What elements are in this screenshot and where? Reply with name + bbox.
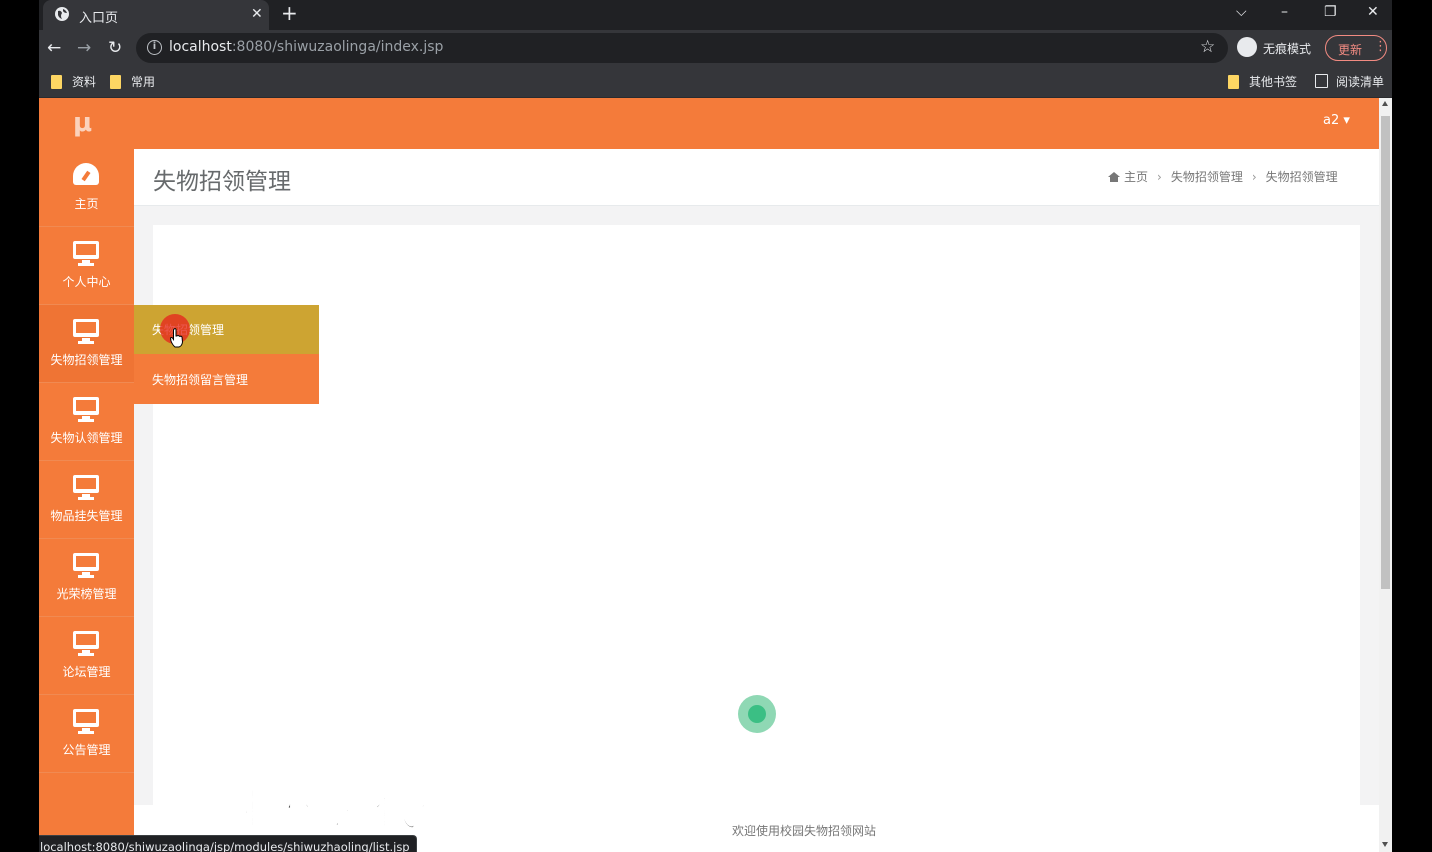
incognito-icon bbox=[1237, 37, 1257, 57]
tab-search-icon[interactable]: ⌵ bbox=[1236, 2, 1247, 22]
breadcrumb: 主页 › 失物招领管理 › 失物招领管理 bbox=[1108, 168, 1338, 185]
new-tab-button[interactable]: + bbox=[281, 3, 298, 23]
top-navbar: μ a2 ▾ bbox=[39, 98, 1379, 149]
scroll-thumb[interactable] bbox=[1381, 116, 1390, 589]
sidebar: 主页 个人中心 失物招领管理 失物认领管理 物品挂失管理 光荣榜管理 论坛管理 … bbox=[39, 149, 134, 852]
update-button[interactable]: 更新 ⋮ bbox=[1325, 35, 1387, 61]
reload-button[interactable]: ↻ bbox=[108, 38, 122, 58]
footer-text: 欢迎使用校园失物招领网站 bbox=[732, 824, 877, 838]
logo: μ bbox=[73, 108, 93, 138]
monitor-icon bbox=[73, 709, 99, 735]
watermark-text: 专业毕设代做 bbox=[189, 784, 466, 837]
bookmarks-bar: 资料 常用 其他书签 阅读清单 bbox=[39, 66, 1392, 98]
hand-cursor-icon bbox=[170, 328, 184, 348]
sidebar-item-loss-report[interactable]: 物品挂失管理 bbox=[39, 461, 134, 539]
minimize-button[interactable]: – bbox=[1281, 2, 1288, 22]
url-text: localhost:8080/shiwuzaolinga/index.jsp bbox=[169, 39, 444, 55]
folder-icon bbox=[1228, 75, 1239, 89]
sidebar-item-lost-found[interactable]: 失物招领管理 bbox=[39, 305, 134, 383]
incognito-indicator[interactable]: 无痕模式 bbox=[1235, 36, 1319, 60]
sidebar-item-home[interactable]: 主页 bbox=[39, 149, 134, 227]
breadcrumb-home[interactable]: 主页 bbox=[1124, 170, 1148, 184]
browser-tab[interactable]: 入口页 ✕ bbox=[43, 0, 269, 30]
forward-button[interactable]: → bbox=[77, 38, 91, 58]
monitor-icon bbox=[73, 475, 99, 501]
monitor-icon bbox=[73, 241, 99, 267]
tab-strip: 入口页 ✕ + ⌵ – ❐ ✕ bbox=[39, 0, 1392, 30]
scroll-down-icon[interactable] bbox=[1382, 842, 1388, 847]
page-viewport: μ a2 ▾ 主页 个人中心 失物招领管理 失物认领管理 物品挂失管理 光荣榜管… bbox=[39, 98, 1392, 852]
home-icon bbox=[1108, 172, 1120, 182]
scroll-up-icon[interactable] bbox=[1382, 101, 1388, 106]
sidebar-item-claims[interactable]: 失物认领管理 bbox=[39, 383, 134, 461]
bookmark-star-icon[interactable]: ☆ bbox=[1200, 37, 1215, 57]
page-scrollbar[interactable] bbox=[1379, 98, 1392, 852]
tab-title: 入口页 bbox=[79, 11, 119, 26]
page-heading: 失物招领管理 主页 › 失物招领管理 › 失物招领管理 bbox=[134, 149, 1379, 206]
folder-icon bbox=[51, 75, 62, 89]
page-title: 失物招领管理 bbox=[153, 169, 291, 195]
sidebar-item-honor-roll[interactable]: 光荣榜管理 bbox=[39, 539, 134, 617]
close-window-button[interactable]: ✕ bbox=[1367, 2, 1379, 22]
browser-window: 入口页 ✕ + ⌵ – ❐ ✕ ← → ↻ i localhost:8080/s… bbox=[39, 0, 1392, 852]
menu-dots-icon: ⋮ bbox=[1374, 39, 1387, 54]
monitor-icon bbox=[73, 553, 99, 579]
tab-close-icon[interactable]: ✕ bbox=[251, 6, 263, 22]
globe-icon bbox=[55, 7, 69, 21]
site-info-icon[interactable]: i bbox=[147, 40, 162, 55]
status-bar: localhost:8080/shiwuzaolinga/jsp/modules… bbox=[39, 835, 417, 852]
restore-button[interactable]: ❐ bbox=[1324, 2, 1337, 22]
reading-list-icon bbox=[1315, 74, 1328, 88]
sidebar-item-notice[interactable]: 公告管理 bbox=[39, 695, 134, 773]
sidebar-item-forum[interactable]: 论坛管理 bbox=[39, 617, 134, 695]
folder-icon bbox=[110, 75, 121, 89]
breadcrumb-parent[interactable]: 失物招领管理 bbox=[1171, 170, 1243, 184]
user-dropdown[interactable]: a2 ▾ bbox=[1323, 113, 1350, 128]
browser-toolbar: ← → ↻ i localhost:8080/shiwuzaolinga/ind… bbox=[39, 30, 1392, 66]
breadcrumb-current: 失物招领管理 bbox=[1265, 170, 1338, 184]
address-bar[interactable]: i localhost:8080/shiwuzaolinga/index.jsp… bbox=[136, 33, 1228, 63]
monitor-icon bbox=[73, 631, 99, 657]
status-url: localhost:8080/shiwuzaolinga/jsp/modules… bbox=[40, 840, 410, 852]
dashboard-icon bbox=[73, 163, 99, 189]
back-button[interactable]: ← bbox=[47, 38, 61, 58]
submenu-item-lost-found-messages[interactable]: 失物招领留言管理 bbox=[134, 355, 319, 404]
monitor-icon bbox=[73, 397, 99, 423]
loading-spinner bbox=[738, 695, 776, 733]
sidebar-item-profile[interactable]: 个人中心 bbox=[39, 227, 134, 305]
monitor-icon bbox=[73, 319, 99, 345]
